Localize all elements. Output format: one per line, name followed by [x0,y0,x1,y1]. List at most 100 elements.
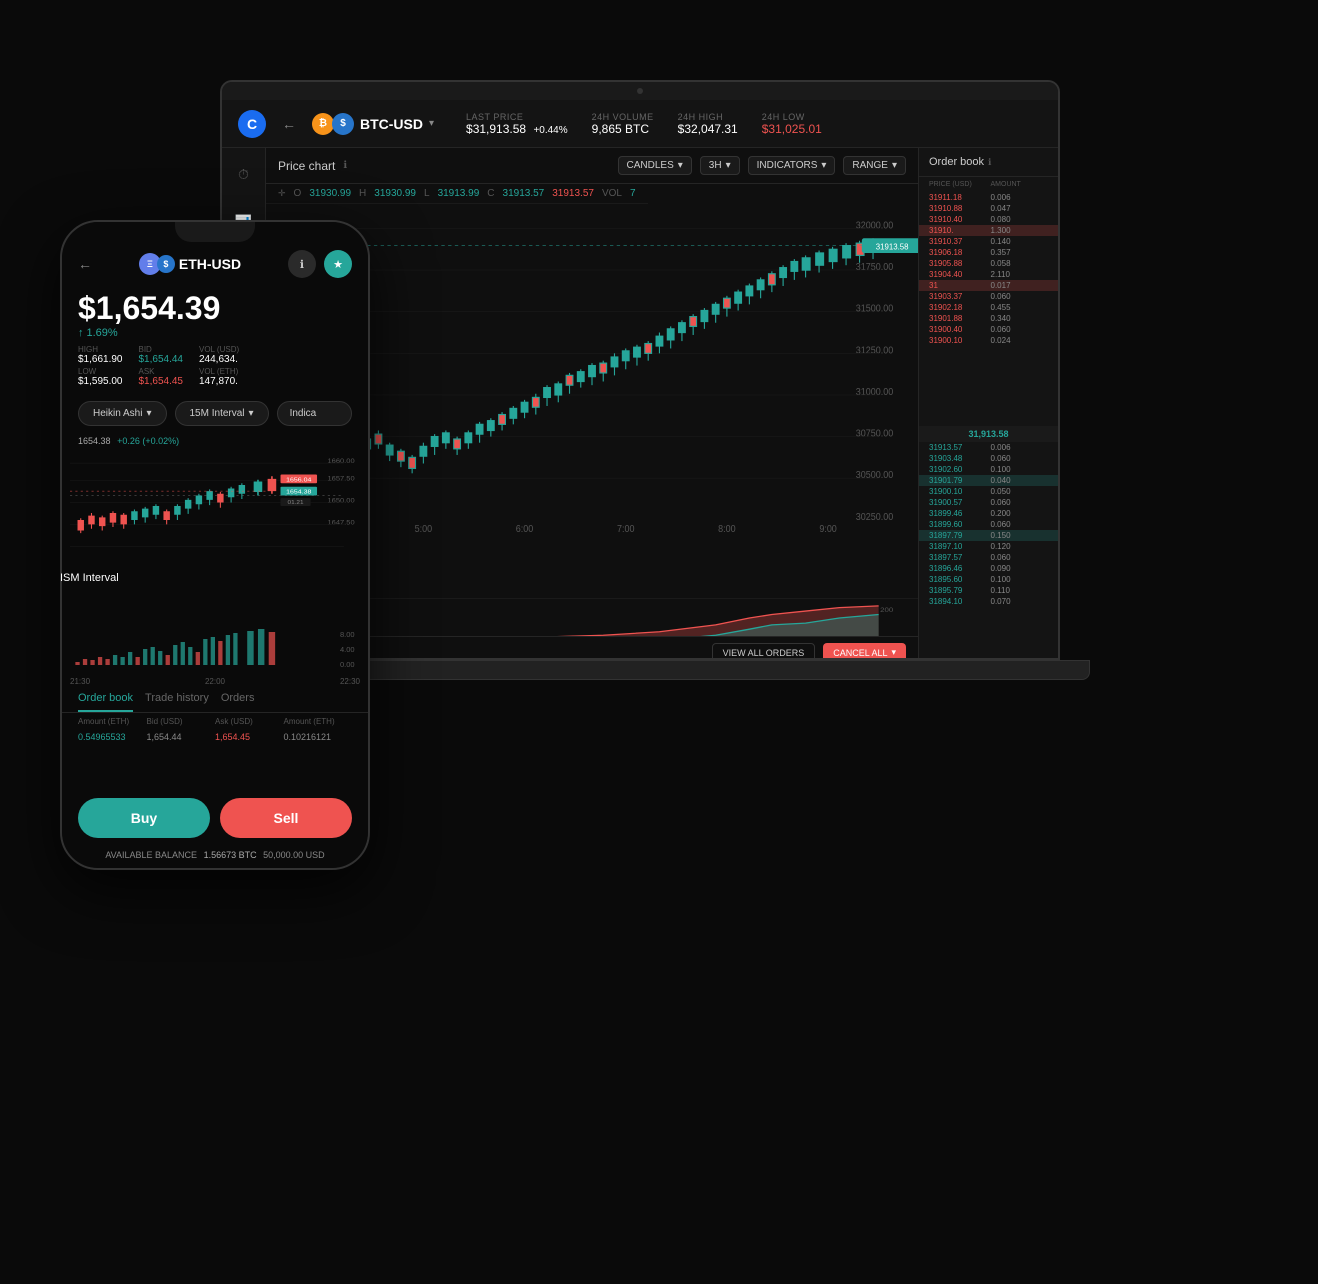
chart-info-icon[interactable]: ℹ [343,160,347,171]
chart-type-dropdown-icon: ▾ [146,408,151,419]
l-label: L [424,188,430,199]
svg-text:30500.00: 30500.00 [856,469,893,480]
h-value: 31930.99 [374,188,416,199]
ob-ask-row: 31905.880.058 [919,258,1058,269]
ob-info-icon[interactable]: ℹ [988,157,991,168]
phone-notch [175,222,255,242]
svg-text:1654.38: 1654.38 [286,489,312,495]
svg-text:31250.00: 31250.00 [856,344,893,355]
svg-text:1660.00: 1660.00 [327,459,354,465]
ob-col-amount-eth: Amount (ETH) [78,717,147,726]
phone-price: $1,654.39 [78,290,352,327]
laptop-notch [222,82,1058,100]
tab-order-book[interactable]: Order book [78,692,133,712]
phone-price-change: ↑ 1.69% [78,327,352,339]
ob-bid-row: 31897.790.150 [919,530,1058,541]
phone-ob-rows: 0.54965533 1,654.44 1,654.45 0.10216121 [62,730,368,790]
ob-amount-header: AMOUNT [991,181,1049,188]
order-book-panel: Order book ℹ PRICE (USD) AMOUNT 31911.18… [918,148,1058,660]
phone-usd-icon: $ [157,255,175,273]
candles-button[interactable]: CANDLES ▾ [618,156,692,175]
ob-amount-left: 0.54965533 [78,732,147,742]
chart-type-selector[interactable]: Heikin Ashi ▾ [78,401,167,426]
interval-dropdown-icon: ▾ [726,160,731,171]
ob-ask-rows: 31911.180.00631910.880.04731910.400.0803… [919,192,1058,426]
last-price-value: $31,913.58 +0.44% [466,122,568,136]
phone-pair-name: ETH-USD [179,256,241,272]
ob-bid-row: 31903.480.060 [919,453,1058,464]
interval-button[interactable]: 3H ▾ [700,156,740,175]
range-button[interactable]: RANGE ▾ [843,156,906,175]
indicators-button[interactable]: INDICATORS ▾ [748,156,836,175]
chart-toolbar: Price chart ℹ CANDLES ▾ 3H ▾ [266,148,918,184]
volume-stat: 24H VOLUME 9,865 BTC [592,112,654,136]
phone-vol-usd-stat: VOL (USD) 244,634. [199,345,239,365]
ob-bid-row: 31895.790.110 [919,585,1058,596]
phone-stats: HIGH $1,661.90 BID $1,654.44 VOL (USD) 2… [78,345,352,365]
svg-text:31000.00: 31000.00 [856,386,893,397]
phone-sell-button[interactable]: Sell [220,798,352,838]
svg-text:1656.04: 1656.04 [286,477,312,483]
ob-ask-row: 31910.880.047 [919,203,1058,214]
back-button[interactable]: ← [282,116,296,132]
phone-chart-label: 1654.38 +0.26 (+0.02%) [78,436,179,446]
last-price-stat: LAST PRICE $31,913.58 +0.44% [466,112,568,136]
ob-ask-row: 31904.402.110 [919,269,1058,280]
svg-text:6:00: 6:00 [516,523,533,534]
order-book-title: Order book ℹ [919,148,1058,177]
phone-header-actions: ℹ ★ [288,250,352,278]
phone-price-section: $1,654.39 ↑ 1.69% HIGH $1,661.90 BID $1,… [62,286,368,395]
svg-text:31913.58: 31913.58 [876,242,909,251]
c-label: C [487,188,494,199]
phone-buy-button[interactable]: Buy [78,798,210,838]
phone-frame: ← Ξ $ ETH-USD ℹ ★ $1,654.39 ↑ 1.69% [60,220,370,870]
svg-text:4.00: 4.00 [340,645,355,654]
svg-text:1657.50: 1657.50 [327,476,354,482]
ob-ask-row: 31911.180.006 [919,192,1058,203]
ob-spread: 31,913.58 [919,426,1058,442]
laptop-camera [637,88,643,94]
ob-bid-row: 31900.570.060 [919,497,1058,508]
range-dropdown-icon: ▾ [892,160,897,171]
ob-bid-row: 31895.600.100 [919,574,1058,585]
phone-screen: ← Ξ $ ETH-USD ℹ ★ $1,654.39 ↑ 1.69% [62,222,368,868]
high-value: $32,047.31 [678,122,738,136]
indicators-selector[interactable]: Indica [277,401,352,426]
low-stat: 24H LOW $31,025.01 [762,112,822,136]
star-button[interactable]: ★ [324,250,352,278]
phone-back-button[interactable]: ← [78,256,92,272]
svg-text:8.00: 8.00 [340,630,355,639]
ob-bid-row: 31899.460.200 [919,508,1058,519]
svg-text:30750.00: 30750.00 [856,427,893,438]
o-value: 31930.99 [309,188,351,199]
phone-price-chart-svg: 1660.00 1657.50 1650.00 1647.50 [70,450,360,590]
ob-price-header: PRICE (USD) [929,181,987,188]
pair-selector[interactable]: ₿ $ BTC-USD ▾ [312,113,434,135]
ob-ask-row: 310.017 [919,280,1058,291]
usd-icon: $ [332,113,354,135]
cancel-all-button[interactable]: CANCEL ALL ▾ [823,643,906,660]
ob-bid-row: 31913.570.006 [919,442,1058,453]
time-label-1: 21:30 [70,677,90,686]
info-button[interactable]: ℹ [288,250,316,278]
tab-orders[interactable]: Orders [221,692,255,712]
ob-bid-price: 1,654.44 [147,732,216,742]
phone-chart-area: 1654.38 +0.26 (+0.02%) 1660.00 1657.50 1… [62,432,368,627]
phone-time-labels: 21:30 22:00 22:30 [62,677,368,686]
tab-trade-history[interactable]: Trade history [145,692,209,712]
sidebar-icon-clock[interactable]: ⏱ [230,160,258,188]
svg-text:31750.00: 31750.00 [856,261,893,272]
phone-action-buttons: Buy Sell [62,790,368,846]
ob-col-amount-eth-right: Amount (ETH) [284,717,353,726]
interval-selector[interactable]: 15M Interval ▾ [175,401,269,426]
ob-ask-price: 1,654.45 [215,732,284,742]
low-label: 24H LOW [762,112,822,122]
volume-label: 24H VOLUME [592,112,654,122]
view-all-orders-button[interactable]: VIEW ALL ORDERS [712,643,816,660]
ob-amount-right: 0.10216121 [284,732,353,742]
phone-tabs: Order book Trade history Orders [62,686,368,713]
candles-dropdown-icon: ▾ [678,160,683,171]
btc-icon: ₿ [312,113,334,135]
top-bar: C ← ₿ $ BTC-USD ▾ LAST PRICE $31,913.58 [222,100,1058,148]
ob-ask-row: 31910.1.300 [919,225,1058,236]
